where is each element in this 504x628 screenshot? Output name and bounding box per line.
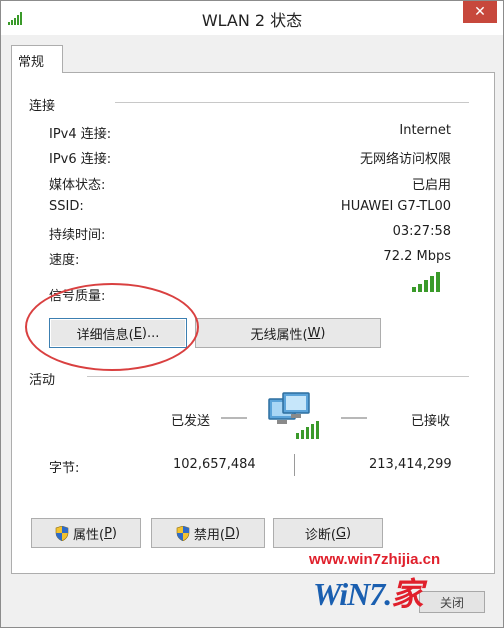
diagnose-button-suffix: )	[346, 525, 352, 541]
wlan-status-dialog: WLAN 2 状态 ✕ 常规 连接 IPv4 连接: Internet IPv6…	[0, 0, 504, 628]
properties-button[interactable]: 属性(P)	[31, 518, 141, 548]
sent-dash	[221, 417, 247, 419]
ssid-value: HUAWEI G7-TL00	[340, 199, 451, 214]
ipv4-value: Internet	[399, 123, 451, 138]
close-button[interactable]: ✕	[463, 1, 497, 23]
network-computers-icon	[268, 392, 319, 439]
disable-button[interactable]: 禁用(D)	[151, 518, 265, 548]
watermark-logo-text: WiN7.	[313, 576, 392, 612]
bytes-received-value: 213,414,299	[369, 457, 452, 472]
shield-icon	[176, 525, 190, 541]
activity-group-divider	[87, 376, 469, 377]
signal-quality-icon	[412, 272, 440, 292]
diagnose-button-accel: G	[335, 525, 347, 541]
bytes-sent-value: 102,657,484	[173, 457, 256, 472]
connection-group-label: 连接	[29, 99, 56, 114]
wireless-button-suffix: )	[320, 325, 326, 341]
window-title: WLAN 2 状态	[201, 11, 303, 30]
sent-label: 已发送	[171, 414, 211, 429]
title-bar: WLAN 2 状态 ✕	[1, 1, 503, 35]
tab-general[interactable]: 常规	[11, 45, 63, 73]
disable-button-suffix: )	[235, 525, 241, 541]
details-button-label: 详细信息(	[76, 327, 134, 343]
close-icon: ✕	[474, 4, 486, 20]
speed-label: 速度:	[49, 253, 80, 268]
diagnose-button-label: 诊断(	[304, 527, 336, 543]
watermark-url: www.win7zhijia.cn	[309, 551, 441, 568]
shield-icon	[55, 525, 69, 541]
details-button-accel: E	[133, 325, 142, 341]
watermark-logo: WiN7.家	[313, 569, 423, 615]
bytes-separator	[294, 454, 295, 476]
ipv4-label: IPv4 连接:	[49, 127, 112, 142]
duration-label: 持续时间:	[49, 228, 106, 243]
media-state-value: 已启用	[411, 178, 451, 193]
duration-value: 03:27:58	[392, 224, 451, 239]
diagnose-button[interactable]: 诊断(G)	[273, 518, 383, 548]
properties-button-accel: P	[104, 525, 112, 541]
properties-button-suffix: )	[111, 525, 117, 541]
connection-group-divider	[115, 102, 469, 103]
wireless-button-accel: W	[307, 325, 321, 341]
ssid-label: SSID:	[49, 199, 84, 214]
activity-group-label: 活动	[29, 373, 56, 388]
received-dash	[341, 417, 367, 419]
wireless-properties-button[interactable]: 无线属性(W)	[195, 318, 381, 348]
speed-value: 72.2 Mbps	[383, 249, 451, 264]
signal-quality-label: 信号质量:	[49, 289, 106, 304]
disable-button-label: 禁用(	[193, 527, 225, 543]
wireless-button-label: 无线属性(	[250, 327, 308, 343]
ipv6-label: IPv6 连接:	[49, 152, 112, 167]
received-label: 已接收	[411, 414, 451, 429]
watermark-logo-char: 家	[391, 576, 423, 612]
bytes-label: 字节:	[49, 461, 80, 476]
ipv6-value: 无网络访问权限	[359, 152, 451, 167]
properties-button-label: 属性(	[73, 527, 105, 543]
details-button[interactable]: 详细信息(E)...	[49, 318, 187, 348]
details-button-suffix: )...	[141, 325, 160, 341]
disable-button-accel: D	[224, 525, 235, 541]
close-dialog-button[interactable]: 关闭	[419, 591, 485, 613]
media-state-label: 媒体状态:	[49, 178, 106, 193]
